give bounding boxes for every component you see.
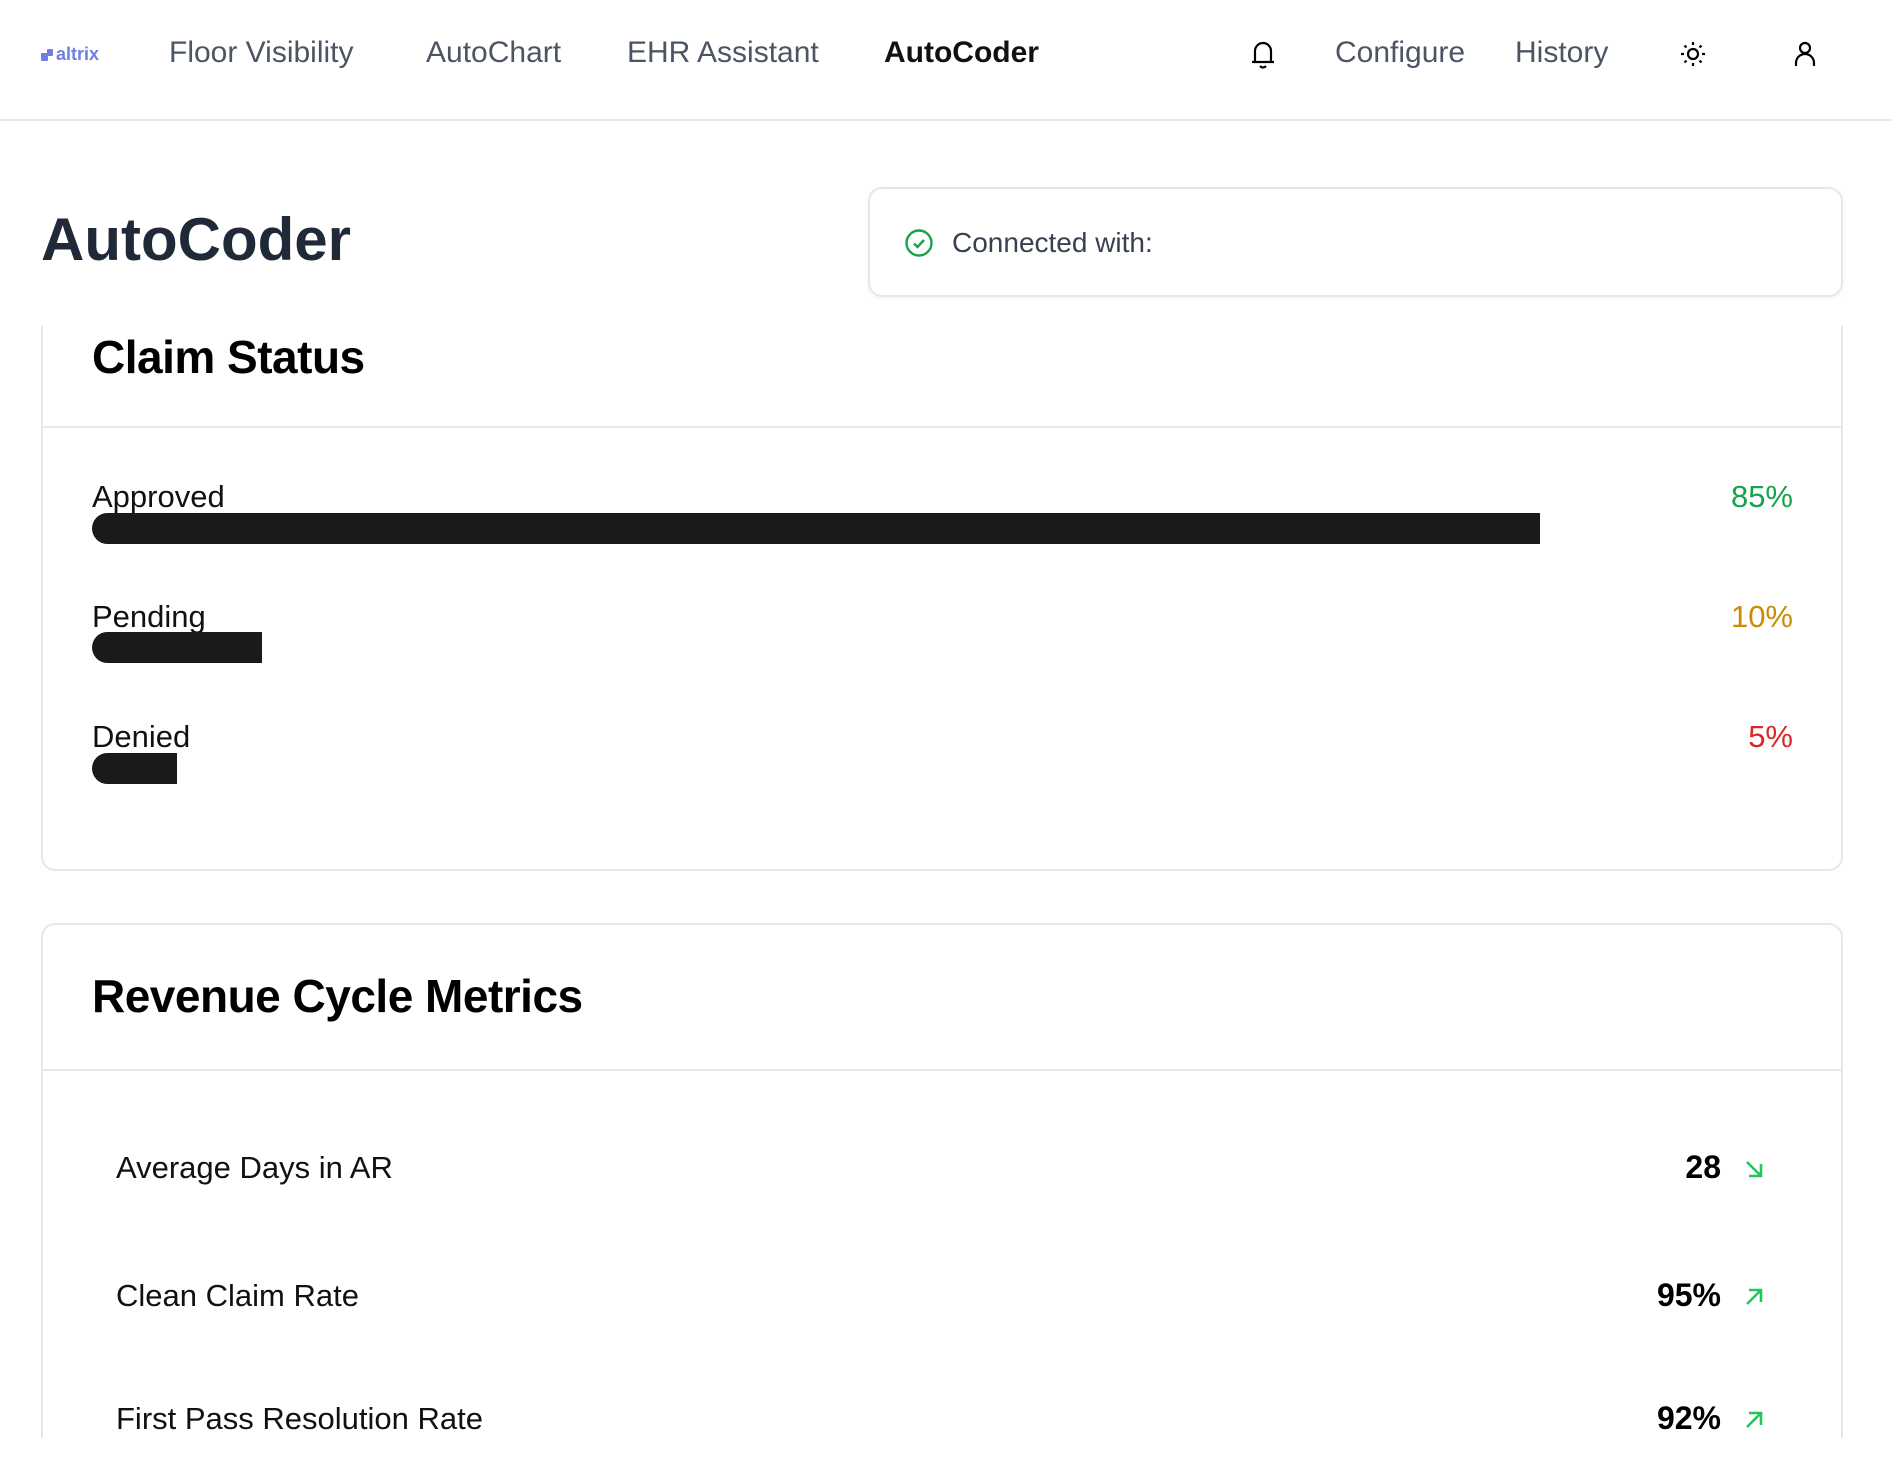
nav-ehr-assistant[interactable]: EHR Assistant: [627, 36, 819, 70]
divider: [43, 1069, 1841, 1071]
revenue-title: Revenue Cycle Metrics: [92, 970, 583, 1022]
main-scroll-area[interactable]: Claim Status Approved 85% Pending 10% De…: [0, 326, 1892, 1438]
metric-value-days-ar: 28: [1685, 1149, 1721, 1185]
logo-text: altrix: [56, 44, 100, 64]
revenue-cycle-card: Revenue Cycle Metrics Average Days in AR…: [41, 923, 1843, 1438]
metric-label-clean-claim: Clean Claim Rate: [116, 1278, 359, 1313]
nav-autocoder[interactable]: AutoCoder: [884, 36, 1039, 70]
connection-status-box: Connected with:: [868, 187, 1843, 297]
claim-label-denied: Denied: [92, 719, 191, 754]
claim-pct-denied: 5%: [1748, 719, 1793, 754]
altrix-logo[interactable]: altrix: [41, 44, 99, 65]
metric-value-clean-claim: 95%: [1656, 1277, 1721, 1313]
bell-icon[interactable]: [1248, 38, 1278, 70]
metric-label-days-ar: Average Days in AR: [116, 1150, 393, 1185]
metric-value-first-pass: 92%: [1656, 1400, 1721, 1436]
metric-label-first-pass: First Pass Resolution Rate: [116, 1401, 483, 1436]
claim-status-title: Claim Status: [92, 331, 365, 383]
top-nav-bar: altrix Floor Visibility AutoChart EHR As…: [0, 0, 1892, 121]
claim-pct-approved: 85%: [1730, 479, 1793, 514]
claim-status-card: Claim Status Approved 85% Pending 10% De…: [41, 326, 1843, 871]
divider: [43, 426, 1841, 428]
trend-down-arrow-icon: [1746, 1161, 1763, 1178]
user-icon[interactable]: [1790, 38, 1820, 70]
connection-label: Connected with:: [952, 227, 1153, 258]
logo-mark-icon: [41, 48, 53, 61]
progress-bar-pending: [92, 632, 1795, 663]
trend-up-arrow-icon: [1746, 1411, 1763, 1428]
nav-history[interactable]: History: [1515, 36, 1608, 70]
claim-pct-pending: 10%: [1730, 599, 1793, 634]
nav-configure[interactable]: Configure: [1335, 36, 1465, 70]
progress-bar-denied: [92, 753, 1795, 784]
progress-fill-pending: [92, 632, 263, 663]
progress-fill-approved: [92, 513, 1540, 544]
nav-autochart[interactable]: AutoChart: [426, 36, 561, 70]
claim-label-pending: Pending: [92, 599, 206, 634]
page-title: AutoCoder: [41, 206, 351, 273]
progress-bar-approved: [92, 513, 1795, 544]
sun-icon[interactable]: [1678, 38, 1708, 70]
trend-up-arrow-icon: [1746, 1288, 1763, 1305]
claim-label-approved: Approved: [92, 479, 225, 514]
progress-fill-denied: [92, 753, 178, 784]
nav-floor-visibility[interactable]: Floor Visibility: [169, 36, 354, 70]
check-circle-icon: [905, 229, 933, 257]
